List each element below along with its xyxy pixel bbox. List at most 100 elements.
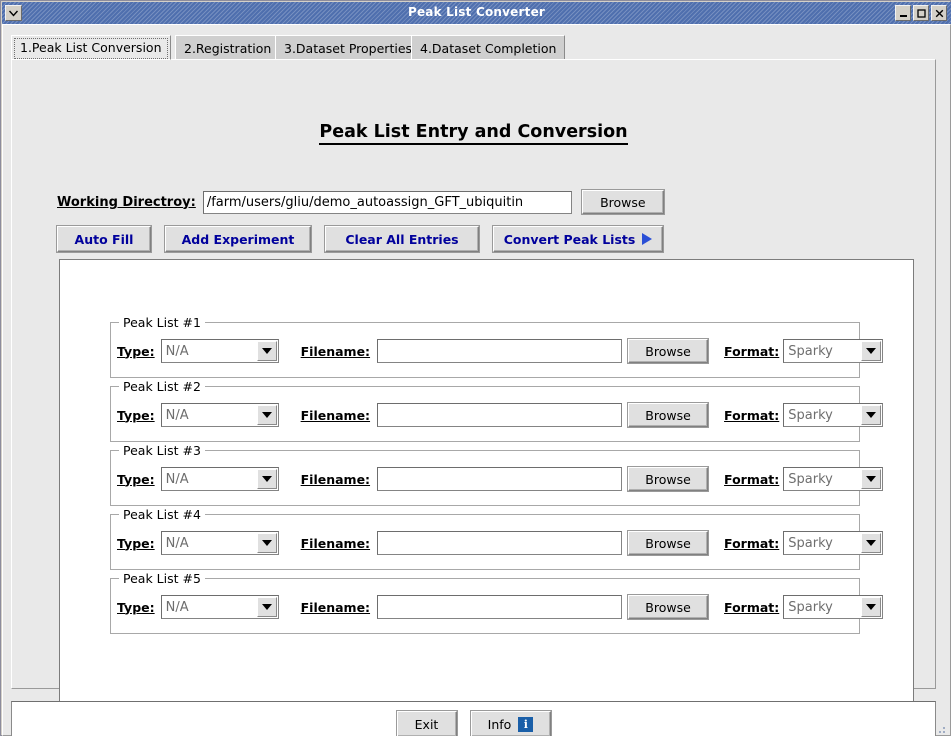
arrow-right-icon <box>642 233 653 245</box>
format-combo-box[interactable]: Sparky <box>783 531 884 555</box>
chevron-down-icon[interactable] <box>861 405 882 425</box>
tab-label: 4.Dataset Completion <box>420 40 557 56</box>
chevron-down-icon[interactable] <box>256 405 277 425</box>
minimize-button[interactable] <box>895 5 911 21</box>
auto-fill-button[interactable]: Auto Fill <box>57 226 151 252</box>
format-label: Format: <box>724 343 780 359</box>
format-value: Sparky <box>788 599 833 615</box>
type-combo-box[interactable]: N/A <box>160 403 279 427</box>
auto-fill-label: Auto Fill <box>74 231 134 247</box>
working-directory-label: Working Directroy: <box>57 194 196 210</box>
format-label: Format: <box>724 471 780 487</box>
window-controls <box>895 5 947 21</box>
browse-label: Browse <box>645 343 691 359</box>
client-area: 1.Peak List Conversion 2.Registration 3.… <box>2 24 951 736</box>
working-directory-input[interactable] <box>202 190 572 214</box>
format-combo-box[interactable]: Sparky <box>783 467 884 491</box>
chevron-down-icon[interactable] <box>861 469 882 489</box>
filename-browse-button[interactable]: Browse <box>628 339 709 363</box>
peak-list-group-4: Peak List #4 Type: N/A Filename: Browse <box>110 507 884 570</box>
tab-dataset-properties[interactable]: 3.Dataset Properties <box>275 35 422 60</box>
format-combo-box[interactable]: Sparky <box>783 339 884 363</box>
filename-label: Filename: <box>300 599 371 615</box>
tab-label: 3.Dataset Properties <box>284 40 413 56</box>
chevron-down-icon[interactable] <box>861 597 882 617</box>
close-icon <box>935 9 944 18</box>
type-combo-box[interactable]: N/A <box>160 467 279 491</box>
clear-all-entries-button[interactable]: Clear All Entries <box>325 226 479 252</box>
peak-list-group-title: Peak List #1 <box>119 315 205 330</box>
resize-grip[interactable] <box>935 720 947 733</box>
type-value: N/A <box>165 535 189 551</box>
chevron-down-icon[interactable] <box>256 469 277 489</box>
maximize-button[interactable] <box>913 5 929 21</box>
title-bar: Peak List Converter <box>2 2 951 24</box>
peak-list-group-5: Peak List #5 Type: N/A Filename: Browse <box>110 571 884 634</box>
type-label: Type: <box>117 535 155 551</box>
filename-browse-button[interactable]: Browse <box>628 531 709 555</box>
filename-browse-button[interactable]: Browse <box>628 403 709 427</box>
peak-list-row: Type: N/A Filename: Browse Format: Spark… <box>117 403 884 427</box>
working-directory-row: Working Directroy: Browse <box>57 190 664 214</box>
type-label: Type: <box>117 407 155 423</box>
filename-label: Filename: <box>300 471 371 487</box>
type-combo-box[interactable]: N/A <box>160 339 279 363</box>
type-label: Type: <box>117 343 155 359</box>
peak-list-row: Type: N/A Filename: Browse Format: Spark… <box>117 531 884 555</box>
format-combo-box[interactable]: Sparky <box>783 403 884 427</box>
type-combo-box[interactable]: N/A <box>160 595 279 619</box>
info-icon: i <box>518 716 534 732</box>
browse-label: Browse <box>600 194 646 210</box>
add-experiment-button[interactable]: Add Experiment <box>165 226 311 252</box>
convert-peak-lists-button[interactable]: Convert Peak Lists <box>493 226 663 252</box>
close-button[interactable] <box>931 5 947 21</box>
chevron-down-icon[interactable] <box>861 533 882 553</box>
exit-label: Exit <box>414 716 439 732</box>
format-value: Sparky <box>788 407 833 423</box>
type-value: N/A <box>165 343 189 359</box>
system-menu-button[interactable] <box>5 5 22 21</box>
type-combo-box[interactable]: N/A <box>160 531 279 555</box>
filename-input[interactable] <box>377 595 623 619</box>
minimize-icon <box>899 9 908 18</box>
tab-peak-list-conversion[interactable]: 1.Peak List Conversion <box>11 35 171 60</box>
filename-label: Filename: <box>300 343 371 359</box>
exit-button[interactable]: Exit <box>396 711 457 736</box>
chevron-down-icon[interactable] <box>256 341 277 361</box>
type-value: N/A <box>165 471 189 487</box>
format-label: Format: <box>724 599 780 615</box>
format-combo-box[interactable]: Sparky <box>783 595 884 619</box>
filename-browse-button[interactable]: Browse <box>628 467 709 491</box>
action-button-row: Auto Fill Add Experiment Clear All Entri… <box>57 226 677 252</box>
format-value: Sparky <box>788 471 833 487</box>
type-label: Type: <box>117 471 155 487</box>
tab-dataset-completion[interactable]: 4.Dataset Completion <box>411 35 566 60</box>
chevron-down-icon[interactable] <box>256 533 277 553</box>
peak-list-group-title: Peak List #3 <box>119 443 205 458</box>
filename-input[interactable] <box>377 403 623 427</box>
format-label: Format: <box>724 535 780 551</box>
window-title: Peak List Converter <box>407 5 546 19</box>
filename-input[interactable] <box>377 531 623 555</box>
peak-list-group-title: Peak List #2 <box>119 379 205 394</box>
format-value: Sparky <box>788 535 833 551</box>
filename-input[interactable] <box>377 467 623 491</box>
chevron-down-icon[interactable] <box>861 341 882 361</box>
page-title: Peak List Entry and Conversion <box>12 122 935 145</box>
working-directory-browse-button[interactable]: Browse <box>581 190 664 214</box>
filename-input[interactable] <box>377 339 623 363</box>
tab-registration[interactable]: 2.Registration <box>175 35 281 60</box>
peak-list-group-title: Peak List #5 <box>119 571 205 586</box>
peak-list-row: Type: N/A Filename: Browse Format: Spark… <box>117 467 884 491</box>
filename-browse-button[interactable]: Browse <box>628 595 709 619</box>
window-frame: Peak List Converter 1.Peak List Conversi… <box>0 0 951 736</box>
info-button[interactable]: Info i <box>470 711 551 736</box>
format-label: Format: <box>724 407 780 423</box>
clear-all-entries-label: Clear All Entries <box>345 231 459 247</box>
peak-list-row: Type: N/A Filename: Browse Format: Spark… <box>117 339 884 363</box>
format-value: Sparky <box>788 343 833 359</box>
chevron-down-icon[interactable] <box>256 597 277 617</box>
type-value: N/A <box>165 599 189 615</box>
peak-list-group-3: Peak List #3 Type: N/A Filename: Browse <box>110 443 884 506</box>
browse-label: Browse <box>645 535 691 551</box>
